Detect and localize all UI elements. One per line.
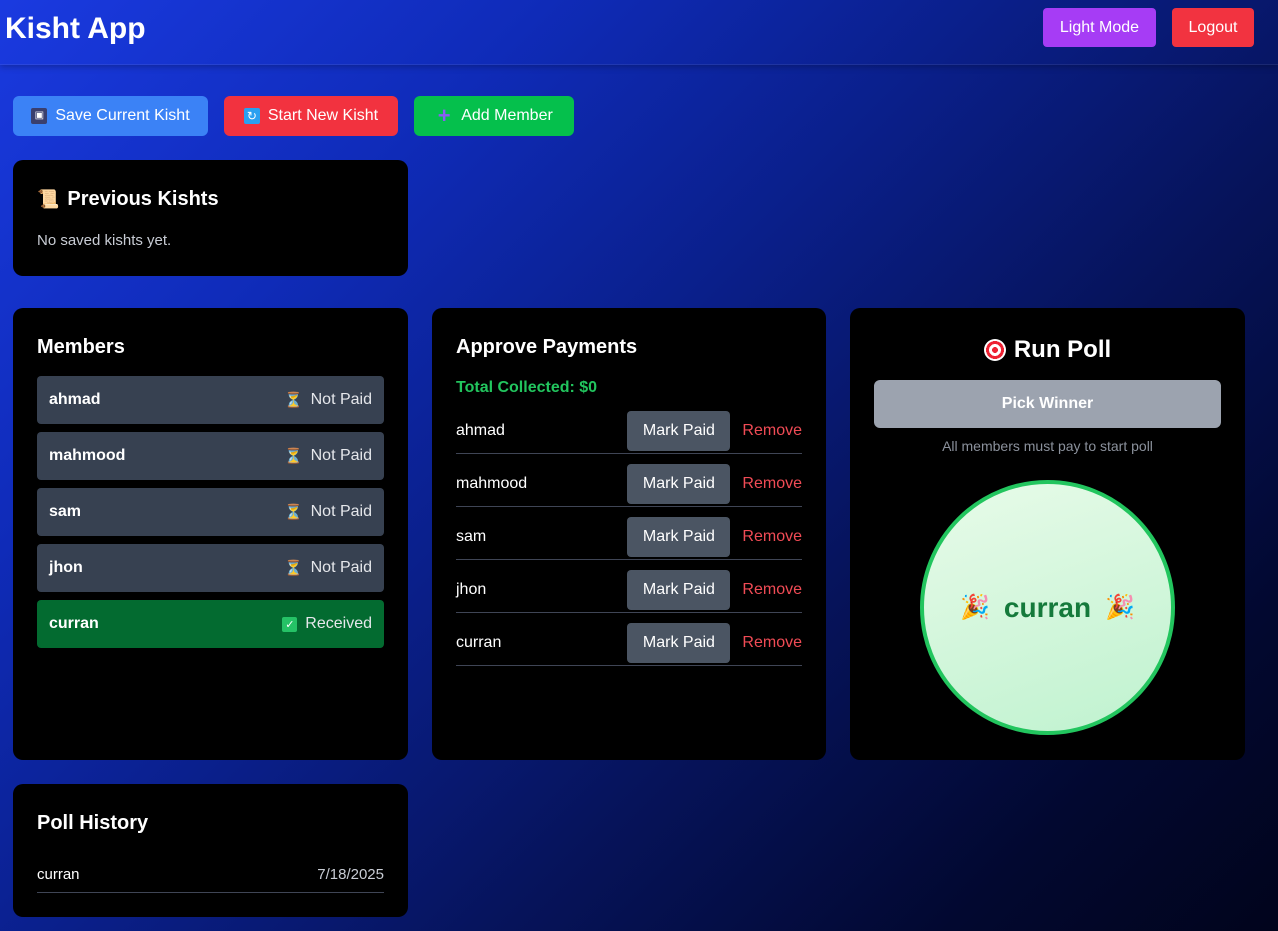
member-name: mahmood <box>49 447 126 464</box>
member-status: ⏳ Not Paid <box>284 559 372 577</box>
payment-row: sam Mark Paid Remove <box>456 515 802 560</box>
mark-paid-button[interactable]: Mark Paid <box>627 570 731 610</box>
payment-member-name: curran <box>456 634 502 651</box>
mark-paid-button[interactable]: Mark Paid <box>627 411 731 451</box>
payment-row: mahmood Mark Paid Remove <box>456 462 802 507</box>
target-icon <box>983 339 1006 361</box>
run-poll-card: Run Poll Pick Winner All members must pa… <box>850 308 1245 760</box>
member-name: curran <box>49 615 99 632</box>
party-popper-icon: 🎉 <box>1105 594 1135 621</box>
history-date: 7/18/2025 <box>317 865 384 883</box>
remove-button[interactable]: Remove <box>742 528 802 546</box>
member-name: sam <box>49 503 82 520</box>
member-row: curran ✓ Received <box>37 600 384 648</box>
member-row: ahmad ⏳ Not Paid <box>37 376 384 424</box>
remove-button[interactable]: Remove <box>742 581 802 599</box>
add-member-label: Add Member <box>461 107 553 124</box>
run-poll-heading: Run Poll <box>850 336 1245 364</box>
member-status: ⏳ Not Paid <box>284 391 372 409</box>
light-mode-button[interactable]: Light Mode <box>1043 8 1156 47</box>
party-popper-icon: 🎉 <box>960 594 990 621</box>
poll-note: All members must pay to start poll <box>942 438 1153 454</box>
history-row: curran 7/18/2025 <box>37 856 384 893</box>
member-row: jhon ⏳ Not Paid <box>37 544 384 592</box>
remove-button[interactable]: Remove <box>742 634 802 652</box>
hourglass-icon: ⏳ <box>283 392 303 409</box>
remove-button[interactable]: Remove <box>742 422 802 440</box>
poll-history-title: Poll History <box>37 812 149 834</box>
app-title: Kisht App <box>5 12 146 45</box>
start-new-kisht-label: Start New Kisht <box>267 107 379 124</box>
scroll-icon: 📜 <box>37 189 60 209</box>
member-row: sam ⏳ Not Paid <box>37 488 384 536</box>
winner-display: 🎉 curran 🎉 <box>920 480 1175 735</box>
remove-button[interactable]: Remove <box>742 475 802 493</box>
payment-member-name: sam <box>456 528 487 545</box>
mark-paid-button[interactable]: Mark Paid <box>627 464 731 504</box>
add-member-button[interactable]: + Add Member <box>414 96 574 136</box>
previous-kishts-empty: No saved kishts yet. <box>37 232 172 249</box>
approve-payments-title: Approve Payments <box>456 336 638 358</box>
total-collected: Total Collected: $0 <box>456 379 598 396</box>
payment-row: curran Mark Paid Remove <box>456 621 802 666</box>
refresh-icon: ↻ <box>243 108 260 124</box>
member-status-label: Not Paid <box>310 503 372 520</box>
member-status-label: Not Paid <box>310 559 372 576</box>
hourglass-icon: ⏳ <box>283 448 303 465</box>
history-winner-name: curran <box>37 865 80 883</box>
save-current-kisht-button[interactable]: ▣ Save Current Kisht <box>13 96 208 136</box>
hourglass-icon: ⏳ <box>283 560 303 577</box>
top-bar: Kisht App Light Mode Logout <box>0 0 1278 65</box>
member-status: ⏳ Not Paid <box>284 447 372 465</box>
mark-paid-button[interactable]: Mark Paid <box>627 517 731 557</box>
members-card: Members ahmad ⏳ Not Paid mahmood ⏳ Not P… <box>13 308 408 760</box>
logout-button[interactable]: Logout <box>1172 8 1254 47</box>
payment-member-name: jhon <box>456 581 487 598</box>
previous-kishts-heading: 📜 Previous Kishts <box>37 188 219 211</box>
member-name: jhon <box>49 559 83 576</box>
member-status: ⏳ Not Paid <box>284 503 372 521</box>
member-status: ✓ Received <box>282 615 372 633</box>
member-status-label: Not Paid <box>310 447 372 464</box>
payment-row: jhon Mark Paid Remove <box>456 568 802 613</box>
hourglass-icon: ⏳ <box>283 504 303 521</box>
check-icon: ✓ <box>282 616 298 632</box>
plus-icon: + <box>437 103 451 128</box>
member-status-label: Not Paid <box>310 391 372 408</box>
payment-member-name: mahmood <box>456 475 528 492</box>
payment-member-name: ahmad <box>456 422 505 439</box>
mark-paid-button[interactable]: Mark Paid <box>627 623 731 663</box>
member-row: mahmood ⏳ Not Paid <box>37 432 384 480</box>
approve-payments-card: Approve Payments Total Collected: $0 ahm… <box>432 308 826 760</box>
members-title: Members <box>37 336 125 358</box>
save-current-kisht-label: Save Current Kisht <box>55 107 190 124</box>
member-status-label: Received <box>305 615 372 632</box>
poll-history-card: Poll History curran 7/18/2025 <box>13 784 408 917</box>
start-new-kisht-button[interactable]: ↻ Start New Kisht <box>224 96 398 136</box>
pick-winner-button[interactable]: Pick Winner <box>874 380 1221 428</box>
previous-kishts-card: 📜 Previous Kishts No saved kishts yet. <box>13 160 408 276</box>
winner-name: curran <box>1003 591 1092 623</box>
run-poll-title: Run Poll <box>1013 336 1112 363</box>
payment-row: ahmad Mark Paid Remove <box>456 409 802 454</box>
floppy-disk-icon: ▣ <box>31 108 48 124</box>
previous-kishts-title: Previous Kishts <box>67 188 219 210</box>
member-name: ahmad <box>49 391 101 408</box>
